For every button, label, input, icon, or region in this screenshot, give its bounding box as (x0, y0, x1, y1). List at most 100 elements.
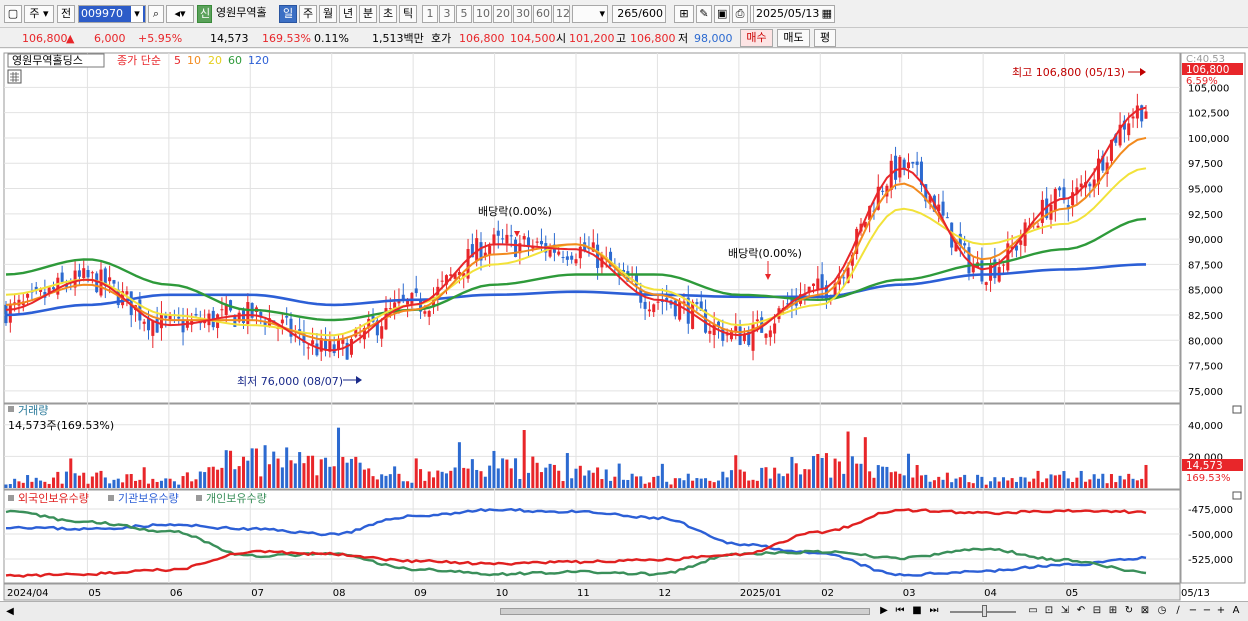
last-change-tag: 6.59% (1186, 76, 1218, 87)
undo-icon[interactable]: ↶ (1074, 604, 1088, 618)
calendar-icon[interactable]: ▦ (822, 6, 832, 22)
volume-bar (518, 478, 522, 488)
volume-bar (1053, 475, 1057, 488)
period-year-button[interactable]: 년 (339, 5, 357, 23)
data-count-field[interactable]: 265/600 (612, 5, 666, 23)
volume-bar (1019, 476, 1023, 488)
volume-bar (1006, 480, 1010, 488)
candle-body (194, 314, 198, 316)
stop-icon[interactable]: ■ (910, 604, 924, 618)
candle-body (108, 277, 112, 282)
auto-scale-icon[interactable]: A (1230, 604, 1242, 618)
chart-tools-icon[interactable]: ⊞ (674, 5, 694, 23)
print-icon[interactable]: ⎙ (732, 5, 748, 23)
holdings-panel-close-icon[interactable] (1232, 491, 1242, 500)
candle-body (574, 259, 578, 264)
zoom-in-icon[interactable]: + (1215, 604, 1227, 618)
zoom-box-icon[interactable]: ⊡ (1042, 604, 1056, 618)
zoom-out-icon[interactable]: − (1187, 604, 1199, 618)
candle-body (773, 323, 777, 334)
high-note: 최고 106,800 (05/13) (1012, 66, 1125, 79)
scroll-left-icon[interactable]: ◀ (4, 605, 16, 619)
multi-chart-icon[interactable]: ⊞ (1106, 604, 1120, 618)
volume-bar (39, 480, 43, 488)
volume-bar (1071, 481, 1075, 488)
horizontal-scrollbar[interactable] (500, 608, 870, 615)
volume-bar (561, 481, 565, 488)
interval-10-button[interactable]: 10 (473, 5, 492, 23)
volume-bar (427, 471, 431, 488)
interval-30-button[interactable]: 30 (513, 5, 532, 23)
cursor-icon[interactable]: ⇲ (1058, 604, 1072, 618)
market-select[interactable]: 주 ▾ (24, 5, 54, 23)
chart-area: 2024/04 05 06 07 08 09 10 11 12 2025/01 02 03 04 05 05… (0, 49, 1248, 601)
volume-bar (1032, 478, 1036, 488)
buy-button[interactable]: 매수 (740, 29, 773, 47)
zoom-line-icon[interactable]: − (1201, 604, 1213, 618)
volume-bar (116, 478, 120, 488)
scroll-right-icon[interactable]: ▶ (878, 604, 890, 618)
sell-button[interactable]: 매도 (777, 29, 810, 47)
zoom-slider-handle[interactable] (982, 605, 987, 617)
zoom-fit-icon[interactable]: ▭ (1026, 604, 1040, 618)
eval-button[interactable]: 평 (814, 29, 836, 47)
clock-icon[interactable]: ◷ (1155, 604, 1169, 618)
volume-bar (868, 471, 872, 488)
candle-body (86, 269, 90, 278)
price-tick-label: 82,500 (1188, 311, 1223, 322)
pen-icon[interactable]: ✎ (696, 5, 712, 23)
stock-code-input[interactable]: 009970 ▾ (78, 5, 146, 23)
volume-bar (656, 475, 660, 488)
save-icon[interactable]: ▣ (714, 5, 730, 23)
interval-120-button[interactable]: 120 (553, 5, 570, 23)
volume-bar (557, 470, 561, 488)
interval-3-button[interactable]: 3 (439, 5, 455, 23)
period-second-button[interactable]: 초 (379, 5, 397, 23)
candle-body (315, 343, 319, 356)
table-icon[interactable] (7, 69, 22, 84)
volume-bar (919, 475, 923, 488)
x-tick-label: 06 (170, 588, 183, 599)
interval-1-button[interactable]: 1 (422, 5, 438, 23)
date-field[interactable]: 2025/05/13 ▦ (753, 5, 835, 23)
period-month-button[interactable]: 월 (319, 5, 337, 23)
volume-bar (634, 476, 638, 488)
volume-bar (786, 473, 790, 488)
x-tick-label: 04 (984, 588, 997, 599)
volume-bar (444, 473, 448, 488)
prefix-button[interactable]: 전 (57, 5, 75, 23)
candle-body (505, 234, 509, 244)
window-icon[interactable]: ▢ (4, 5, 22, 23)
volume-bar (1075, 477, 1079, 488)
candle-body (440, 280, 444, 282)
volume-bar (855, 463, 859, 488)
search-icon[interactable]: ⌕ (148, 5, 164, 23)
volume-bar (1131, 478, 1135, 488)
bookmark-icon[interactable]: ⊠ (1138, 604, 1152, 618)
toolbar: ▢ 주 ▾ 전 009970 ▾ ⌕ ◂▾ 신 영원무역홀 일 주 월 년 분 초… (0, 0, 1248, 28)
volume-bar (565, 453, 569, 488)
period-tick-button[interactable]: 틱 (399, 5, 417, 23)
volume-bar (928, 481, 932, 488)
volume-panel-close-icon[interactable] (1232, 405, 1242, 414)
line-icon[interactable]: ∕ (1171, 604, 1185, 618)
step-back-icon[interactable]: ⏮ (893, 604, 907, 618)
volume-bar (1045, 478, 1049, 488)
ma-60-label: 60 (228, 54, 242, 67)
step-forward-icon[interactable]: ⏭ (927, 604, 941, 618)
period-minute-button[interactable]: 분 (359, 5, 377, 23)
refresh-icon[interactable]: ↻ (1122, 604, 1136, 618)
interval-5-button[interactable]: 5 (456, 5, 472, 23)
volume-bar (665, 481, 669, 488)
speaker-icon[interactable]: ◂▾ (166, 5, 194, 23)
volume-bar (393, 466, 397, 488)
period-day-button[interactable]: 일 (279, 5, 297, 23)
interval-dropdown[interactable]: ▾ (572, 5, 608, 23)
interval-60-button[interactable]: 60 (533, 5, 552, 23)
period-week-button[interactable]: 주 (299, 5, 317, 23)
volume-bar (604, 469, 608, 488)
candle-body (77, 270, 81, 277)
split-icon[interactable]: ⊟ (1090, 604, 1104, 618)
volume-bar (760, 467, 764, 488)
interval-20-button[interactable]: 20 (493, 5, 512, 23)
